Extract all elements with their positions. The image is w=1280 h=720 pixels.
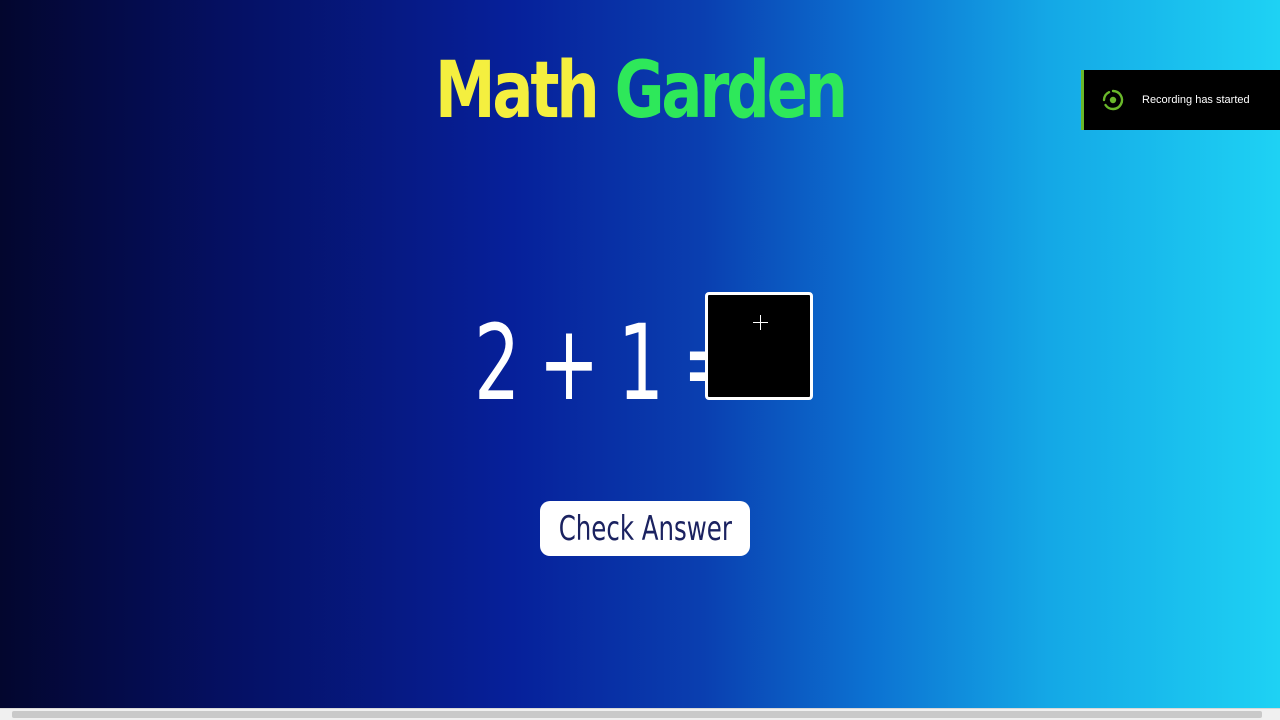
recording-icon <box>1102 89 1124 111</box>
page-title: Math Garden <box>141 46 1139 136</box>
operand-2: 1 <box>617 302 665 424</box>
crosshair-cursor-icon <box>753 315 768 330</box>
check-answer-label: Check Answer <box>558 508 732 549</box>
check-answer-button[interactable]: Check Answer <box>540 501 750 556</box>
title-word-garden: Garden <box>614 46 849 136</box>
answer-drawing-canvas[interactable] <box>705 292 813 400</box>
horizontal-scrollbar[interactable] <box>0 708 1280 720</box>
scrollbar-thumb[interactable] <box>12 711 1262 718</box>
title-word-math: Math <box>435 46 600 136</box>
operator: + <box>538 302 600 424</box>
operand-1: 2 <box>474 302 521 424</box>
recording-notification: Recording has started <box>1081 70 1280 130</box>
notification-text: Recording has started <box>1142 94 1250 106</box>
